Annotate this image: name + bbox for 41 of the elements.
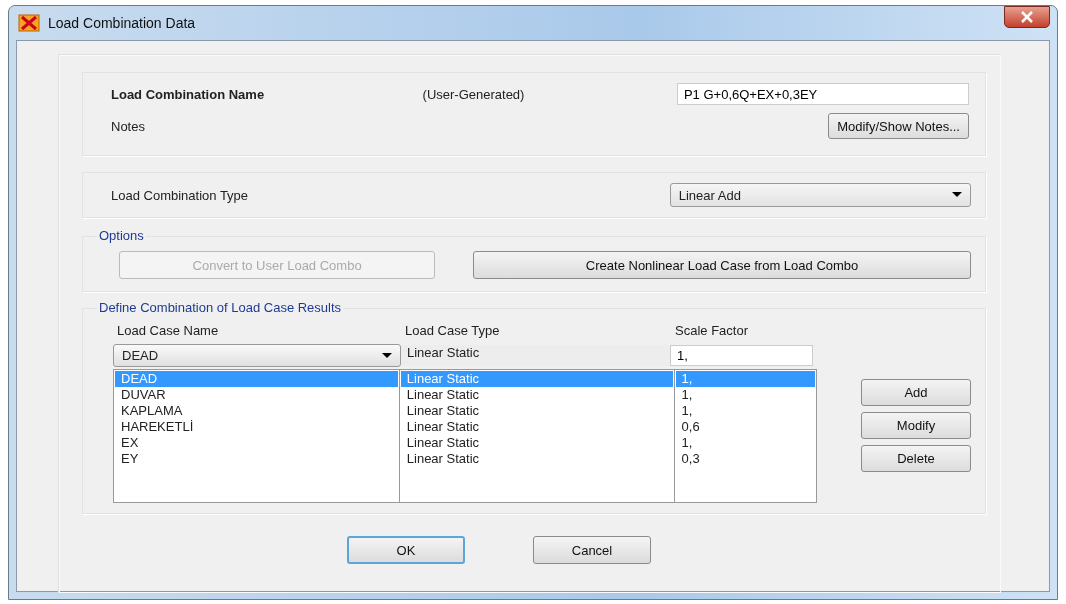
type-dropdown[interactable]: Linear Add [669,183,971,207]
notes-label: Notes [111,118,146,134]
list-item[interactable]: EY [115,451,398,467]
load-case-dropdown[interactable]: DEAD [113,344,401,367]
caret-icon [952,192,962,198]
option-button[interactable]: Create Nonlinear Load Case from Load Combo [473,251,971,279]
list-item[interactable]: 1, [675,435,815,451]
list-item[interactable]: 0,3 [675,451,815,467]
column-header: Scale Factor [675,323,748,338]
source-label: (User-Generated) [422,86,526,102]
group-title: Options [97,228,146,243]
caret-icon [382,352,392,359]
list-item[interactable]: Linear Static [400,451,673,467]
close-button[interactable] [1004,6,1050,28]
list-item[interactable]: Linear Static [400,435,673,451]
dialog-button[interactable]: Cancel [533,536,651,564]
list-item[interactable]: Linear Static [400,403,673,419]
list-action-button[interactable]: Modify [861,412,971,439]
list-item[interactable]: KAPLAMA [115,403,398,419]
list-item[interactable]: Linear Static [400,387,673,403]
column-header: Load Case Name [117,323,220,338]
notes-button[interactable]: Modify/Show Notes... [828,113,969,139]
list-item[interactable]: EX [115,435,398,451]
scale-factor-field[interactable]: 1, [670,345,813,366]
list-item[interactable]: 0,6 [675,419,815,435]
list-action-button[interactable]: Add [861,379,971,406]
combination-type-label: Load Combination Type [111,187,250,203]
list-item[interactable]: 1, [675,387,815,403]
column-header: Load Case Type [405,323,501,338]
list-item[interactable]: Linear Static [400,419,673,435]
name-field[interactable]: P1 G+0,6Q+EX+0,3EY [676,83,969,105]
dialog-button[interactable]: OK [347,536,465,564]
list-item[interactable]: DUVAR [115,387,398,403]
list-action-button[interactable]: Delete [861,445,971,472]
list-item[interactable]: 1, [675,403,815,419]
group-title: Define Combination of Load Case Results [97,300,344,315]
close-icon [1020,11,1034,23]
list-item[interactable]: HAREKETLİ [115,419,398,435]
combination-name-label: Load Combination Name [111,86,266,102]
window-title: Load Combination Data [48,15,196,31]
app-icon [18,14,40,32]
